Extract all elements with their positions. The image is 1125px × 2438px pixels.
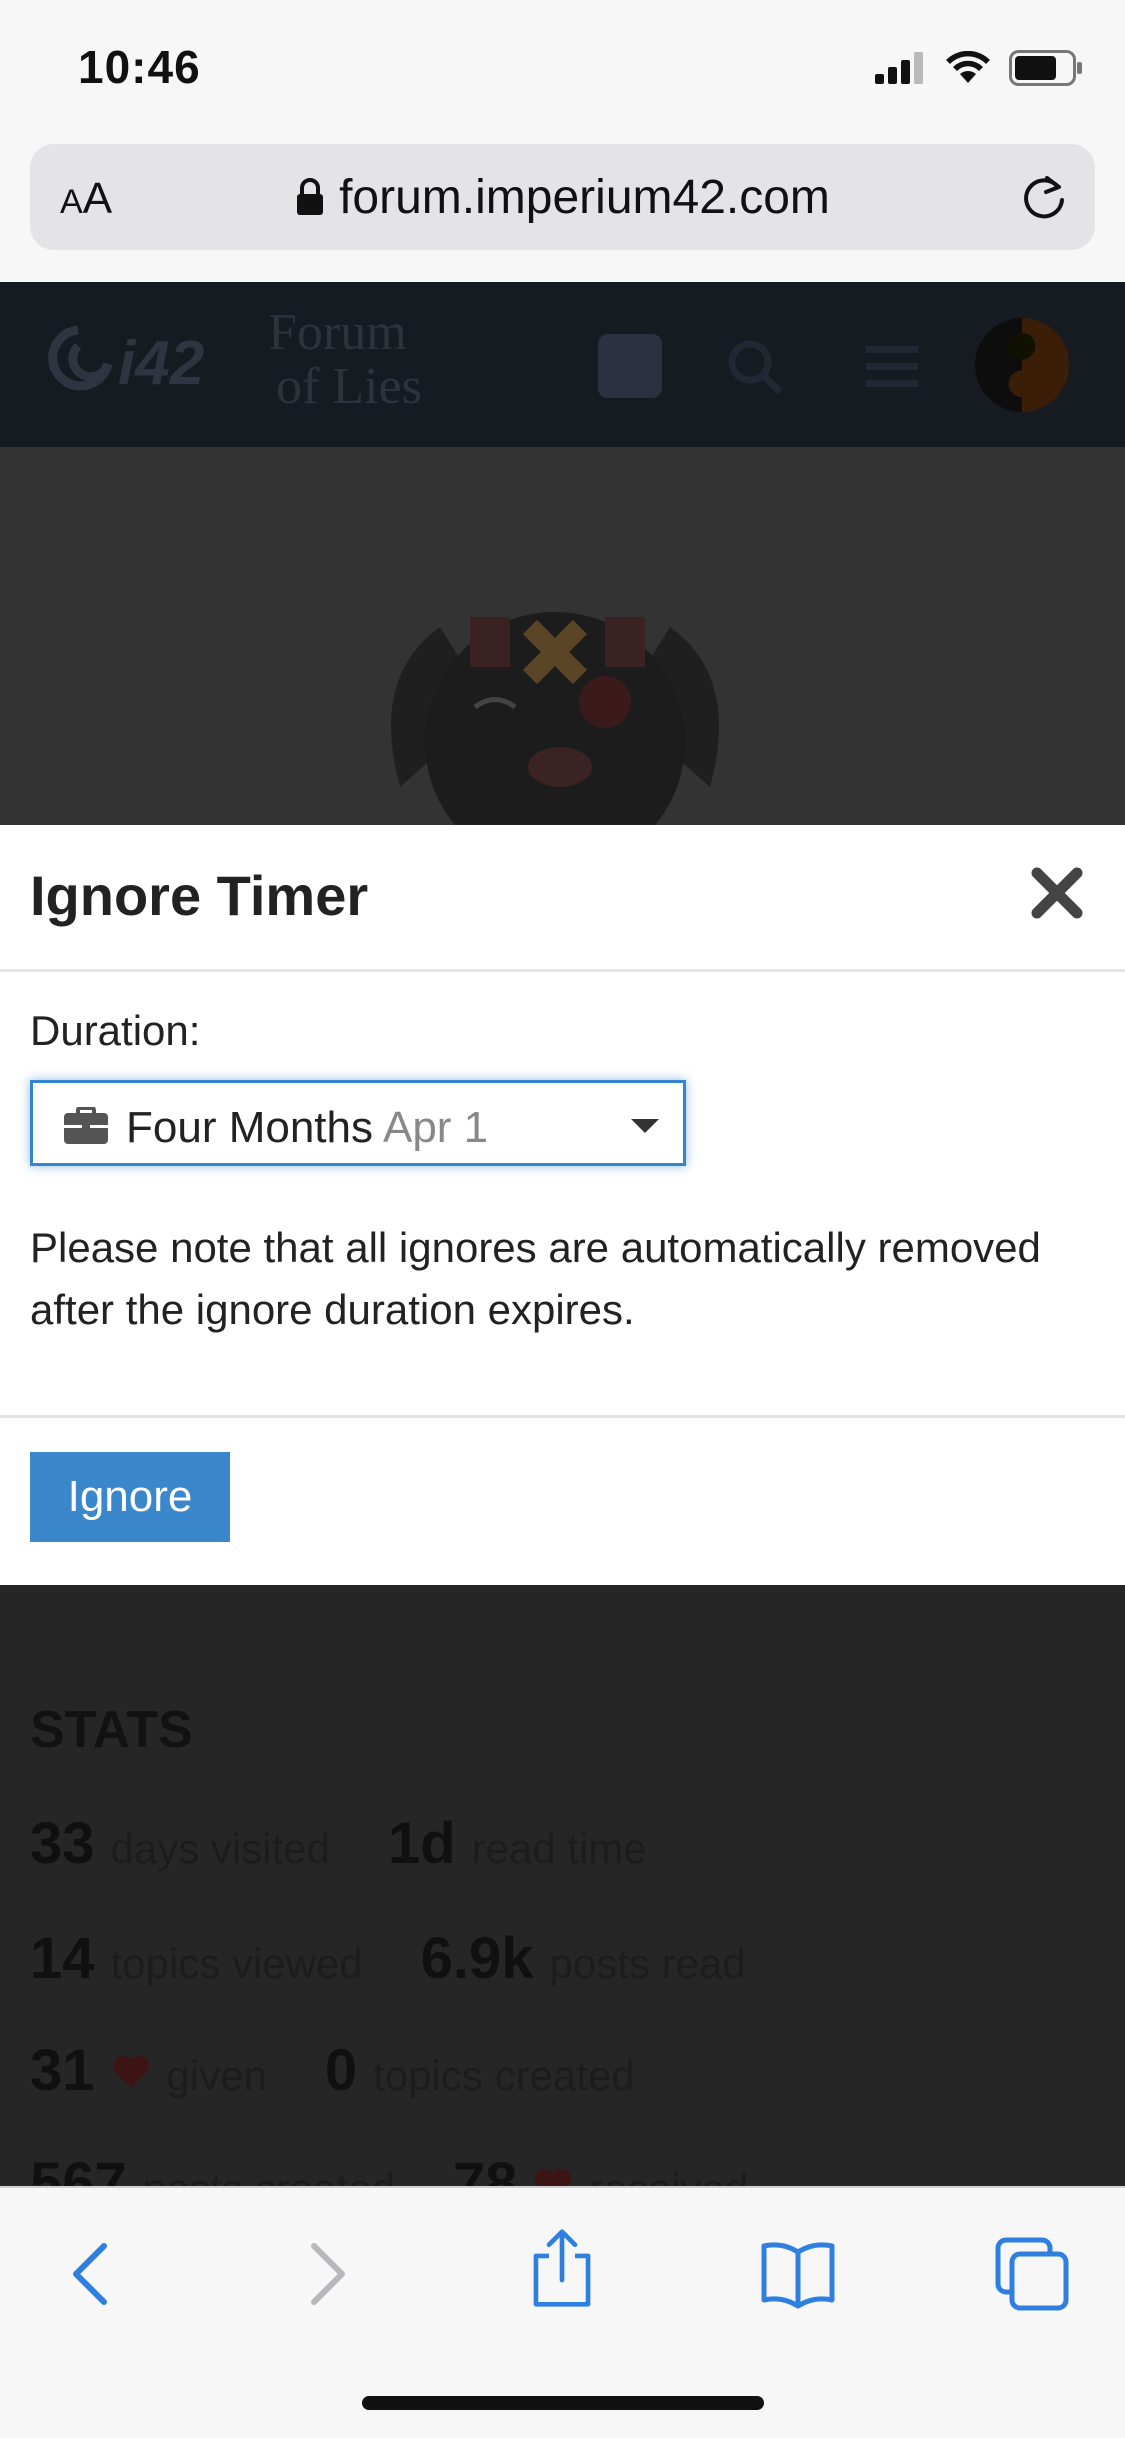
url-text: forum.imperium42.com [339,171,830,224]
tabs-icon[interactable] [992,2234,1072,2314]
address-bar[interactable]: AA forum.imperium42.com [30,144,1095,250]
profile-banner [0,447,1125,825]
site-header: i42 Forum of Lies [0,282,1125,447]
stats-heading: STATS [30,1701,193,1759]
selected-duration-label: Four Months [126,1103,373,1152]
url-field[interactable]: forum.imperium42.com [30,170,1095,225]
close-icon[interactable] [1027,863,1087,923]
wifi-icon [946,51,990,83]
address-bar-area: AA forum.imperium42.com [0,140,1125,284]
duration-label: Duration: [30,1007,201,1054]
lock-icon [297,178,324,215]
stat-value: 33 [30,1811,95,1876]
cellular-signal-icon [875,52,923,84]
stat-label: read time [471,1825,647,1872]
duration-select[interactable]: Four Months Apr 1 [30,1080,686,1166]
stat-likes-given: 31 given [30,2037,267,2104]
forward-icon[interactable] [286,2234,366,2314]
chevron-down-icon [631,1119,659,1133]
site-logo[interactable]: i42 [38,324,204,399]
share-icon[interactable] [522,2228,602,2308]
site-logo-text: i42 [118,329,205,398]
battery-icon [1009,50,1082,86]
search-icon[interactable] [722,334,786,398]
stat-posts-read: 6.9k posts read [421,1925,746,1992]
site-logo-swirl-icon [48,325,113,391]
status-time: 10:46 [78,41,201,93]
ignore-button[interactable]: Ignore [30,1452,230,1542]
stat-value: 14 [30,1926,95,1991]
heart-icon [112,2056,149,2088]
home-indicator[interactable] [362,2396,764,2410]
forum-logo[interactable]: Forum of Lies [268,306,422,414]
briefcase-icon [64,1107,108,1144]
ignore-note: Please note that all ignores are automat… [30,1224,1041,1333]
modal-footer: Ignore [0,1415,1125,1588]
profile-character-image [391,612,719,825]
stat-label: topics viewed [110,1940,363,1987]
reload-button[interactable] [1017,170,1071,229]
stat-value: 6.9k [420,1926,534,1991]
menu-icon[interactable] [860,334,924,398]
stat-label: topics created [373,2052,635,2099]
modal-title: Ignore Timer [30,864,369,927]
stats-section: STATS 33 days visited 1d read time 14 to… [0,1585,1125,2216]
status-bar: 10:46 [0,0,1125,140]
forum-logo-line1: Forum [268,304,407,361]
stat-days-visited: 33 days visited [30,1810,330,1877]
stats-row: 14 topics viewed 6.9k posts read [30,1925,746,1992]
user-avatar[interactable] [975,318,1069,412]
stat-label: given [166,2052,267,2099]
stat-value: 1d [387,1811,456,1876]
stat-read-time: 1d read time [388,1810,647,1877]
bookmarks-icon[interactable] [758,2234,838,2314]
stats-row: 31 given 0 topics created [30,2037,635,2104]
stat-topics-viewed: 14 topics viewed [30,1925,363,1992]
status-icons [875,50,1083,86]
stat-value: 31 [30,2038,95,2103]
reload-icon [1024,176,1064,219]
ignore-timer-modal: Ignore Timer Duration: Four Months Apr 1 … [0,825,1125,1585]
back-icon[interactable] [52,2234,132,2314]
selected-duration: Four Months Apr 1 [126,1103,488,1153]
stat-label: days visited [110,1825,330,1872]
stats-row: 33 days visited 1d read time [30,1810,647,1877]
discord-icon[interactable] [598,334,662,398]
selected-duration-date: Apr 1 [382,1103,489,1152]
modal-header: Ignore Timer [0,825,1125,972]
stat-topics-created: 0 topics created [325,2037,635,2104]
stat-value: 0 [324,2038,358,2103]
forum-logo-line2: of Lies [276,358,422,415]
stat-label: posts read [549,1940,746,1987]
